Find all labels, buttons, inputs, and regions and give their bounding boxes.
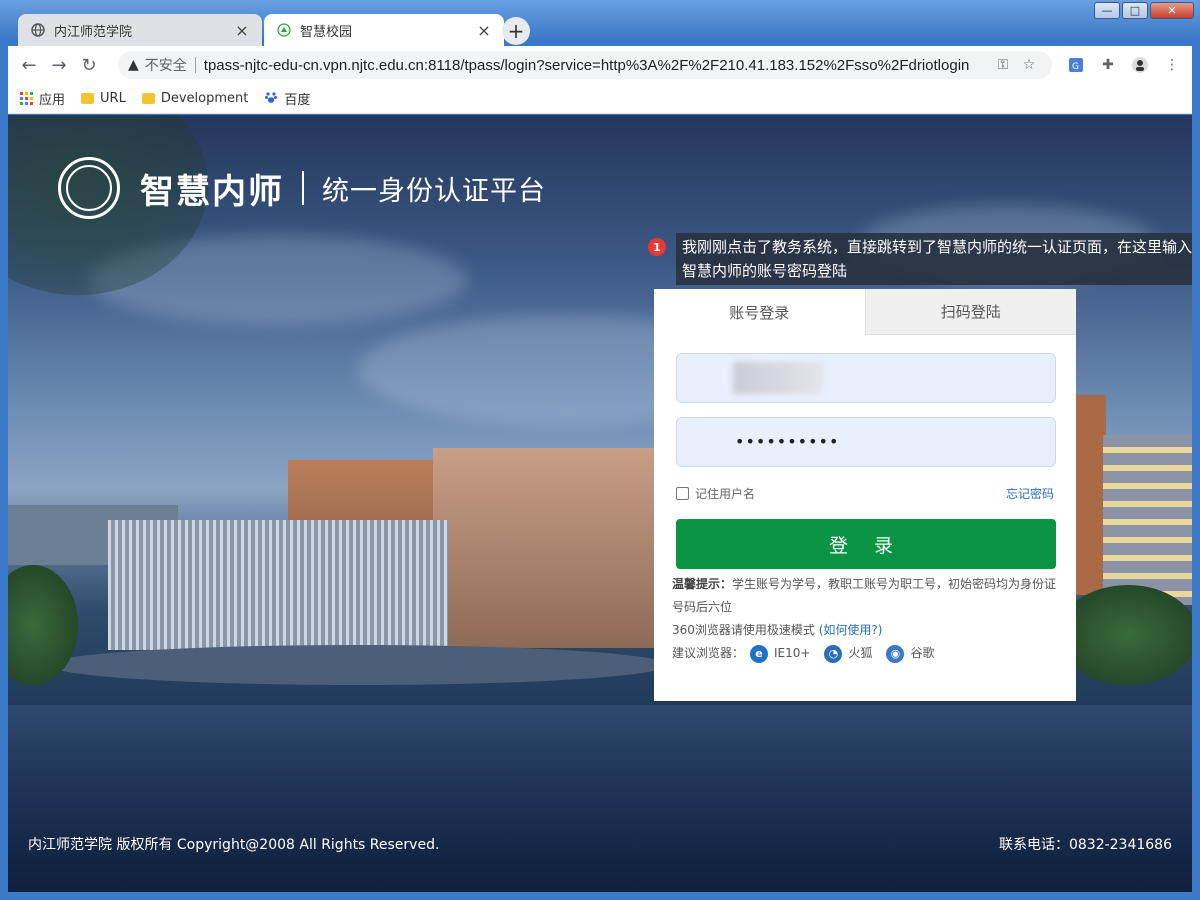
bookmark-url[interactable]: URL — [81, 91, 126, 106]
tab-title: 智慧校园 — [300, 24, 353, 40]
bookmarks-bar: 应用 URL Development 百度 — [8, 84, 1192, 114]
bookmark-apps[interactable]: 应用 — [20, 89, 65, 108]
menu-kebab-icon[interactable]: ⋮ — [1158, 51, 1186, 79]
background-building — [1076, 395, 1106, 595]
tab-account-login[interactable]: 账号登录 — [654, 289, 865, 335]
divider — [194, 57, 196, 73]
folder-icon — [141, 93, 155, 104]
folder-icon — [81, 93, 95, 104]
contact-phone: 联系电话：0832-2341686 — [998, 837, 1172, 853]
star-icon[interactable]: ☆ — [1016, 57, 1042, 73]
security-label[interactable]: 不安全 — [145, 55, 187, 75]
warning-icon[interactable]: ▲ — [128, 57, 139, 73]
login-panel: 账号登录 扫码登陆 •••••••••• 记住用户名 忘记密码 登 录 温馨提示… — [654, 289, 1076, 701]
bookmark-label: Development — [160, 91, 249, 106]
remember-checkbox[interactable] — [676, 487, 689, 500]
browser-note: 360浏览器请使用极速模式 (如何使用?) — [672, 619, 1062, 642]
tip-line: 温馨提示：学生账号为学号，教职工账号为职工号，初始密码均为身份证号码后六位 — [672, 573, 1062, 619]
redacted-username — [733, 362, 823, 394]
extensions-puzzle-icon[interactable]: ✚ — [1094, 51, 1122, 79]
address-bar[interactable]: ▲ 不安全 tpass-njtc-edu-cn.vpn.njtc.edu.cn:… — [118, 51, 1052, 79]
background-pavilion — [108, 520, 448, 650]
reload-icon[interactable]: ↻ — [74, 50, 104, 80]
apps-icon — [20, 92, 33, 105]
tab-close-icon[interactable]: × — [234, 21, 250, 40]
school-icon — [276, 22, 292, 38]
tab-smart-campus[interactable]: 智慧校园 × — [264, 14, 504, 46]
forward-icon[interactable]: → — [44, 50, 74, 80]
firefox-icon: ◔ — [824, 644, 843, 663]
username-field[interactable] — [676, 353, 1056, 403]
tab-title: 内江师范学院 — [54, 24, 133, 40]
annotation-number-badge: 1 — [648, 238, 666, 256]
recommended-browsers: 建议浏览器： e IE10+ ◔ 火狐 ◉ 谷歌 — [672, 642, 1062, 665]
baidu-paw-icon — [264, 90, 278, 108]
back-icon[interactable]: ← — [14, 50, 44, 80]
annotation-text: 我刚刚点击了教务系统，直接跳转到了智慧内师的统一认证页面，在这里输入智慧内师的账… — [676, 233, 1192, 285]
browser-name: 谷歌 — [910, 646, 935, 660]
login-page: 智慧内师 统一身份认证平台 1 我刚刚点击了教务系统，直接跳转到了智慧内师的统一… — [8, 115, 1192, 892]
tip-heading: 温馨提示： — [672, 577, 733, 591]
profile-avatar-icon[interactable] — [1126, 51, 1154, 79]
bookmark-label: URL — [100, 91, 126, 106]
brand-divider — [302, 171, 304, 205]
password-mask: •••••••••• — [735, 432, 840, 451]
bookmark-development[interactable]: Development — [141, 91, 249, 106]
tab-close-icon[interactable]: × — [476, 21, 492, 40]
svg-text:G: G — [1072, 62, 1079, 72]
site-header: 智慧内师 统一身份认证平台 — [58, 157, 546, 219]
background-building — [433, 448, 658, 648]
chrome-icon: ◉ — [886, 644, 905, 663]
translate-icon[interactable]: G — [1062, 51, 1090, 79]
platform-subtitle: 统一身份认证平台 — [322, 175, 546, 207]
login-tips: 温馨提示：学生账号为学号，教职工账号为职工号，初始密码均为身份证号码后六位 36… — [672, 573, 1062, 665]
bookmark-label: 百度 — [284, 93, 311, 108]
tab-njtc[interactable]: 内江师范学院 × — [18, 14, 262, 46]
bookmark-label: 应用 — [39, 93, 66, 108]
forgot-password-link[interactable]: 忘记密码 — [1006, 485, 1054, 502]
remember-username[interactable]: 记住用户名 — [676, 485, 755, 502]
password-field[interactable]: •••••••••• — [676, 417, 1056, 467]
browser-name: IE10+ — [774, 646, 811, 660]
how-to-use-link[interactable]: (如何使用?) — [819, 623, 883, 637]
globe-icon — [30, 22, 46, 38]
bookmark-baidu[interactable]: 百度 — [264, 89, 310, 108]
browser-name: 火狐 — [848, 646, 873, 660]
browser-note-text: 360浏览器请使用极速模式 — [672, 623, 815, 637]
tab-qr-login[interactable]: 扫码登陆 — [864, 289, 1076, 335]
annotation-callout: 1 我刚刚点击了教务系统，直接跳转到了智慧内师的统一认证页面，在这里输入智慧内师… — [648, 233, 1192, 285]
login-button[interactable]: 登 录 — [676, 519, 1056, 569]
background-building — [1103, 435, 1192, 605]
background-plaza — [48, 645, 668, 685]
tab-strip: 内江师范学院 × 智慧校园 × + — [8, 14, 1192, 46]
browser-toolbar: ← → ↻ ▲ 不安全 tpass-njtc-edu-cn.vpn.njtc.e… — [8, 46, 1192, 84]
university-seal-logo — [58, 157, 120, 219]
remember-label: 记住用户名 — [695, 487, 756, 501]
browser-window: — □ ✕ 内江师范学院 × 智慧校园 × + ← → ↻ ▲ 不安全 tpas… — [0, 0, 1200, 900]
key-icon[interactable]: ⚿ — [990, 57, 1016, 73]
background-water — [8, 705, 1192, 892]
ie-icon: e — [750, 644, 769, 663]
brand-title: 智慧内师 — [140, 171, 284, 212]
new-tab-button[interactable]: + — [502, 17, 530, 45]
login-tabs: 账号登录 扫码登陆 — [654, 289, 1076, 335]
recommended-label: 建议浏览器： — [672, 646, 745, 660]
extensions-area: G ✚ ⋮ — [1062, 51, 1186, 79]
url-text[interactable]: tpass-njtc-edu-cn.vpn.njtc.edu.cn:8118/t… — [204, 57, 990, 74]
copyright-text: 内江师范学院 版权所有 Copyright@2008 All Rights Re… — [28, 837, 440, 853]
background-tree — [1058, 585, 1192, 685]
